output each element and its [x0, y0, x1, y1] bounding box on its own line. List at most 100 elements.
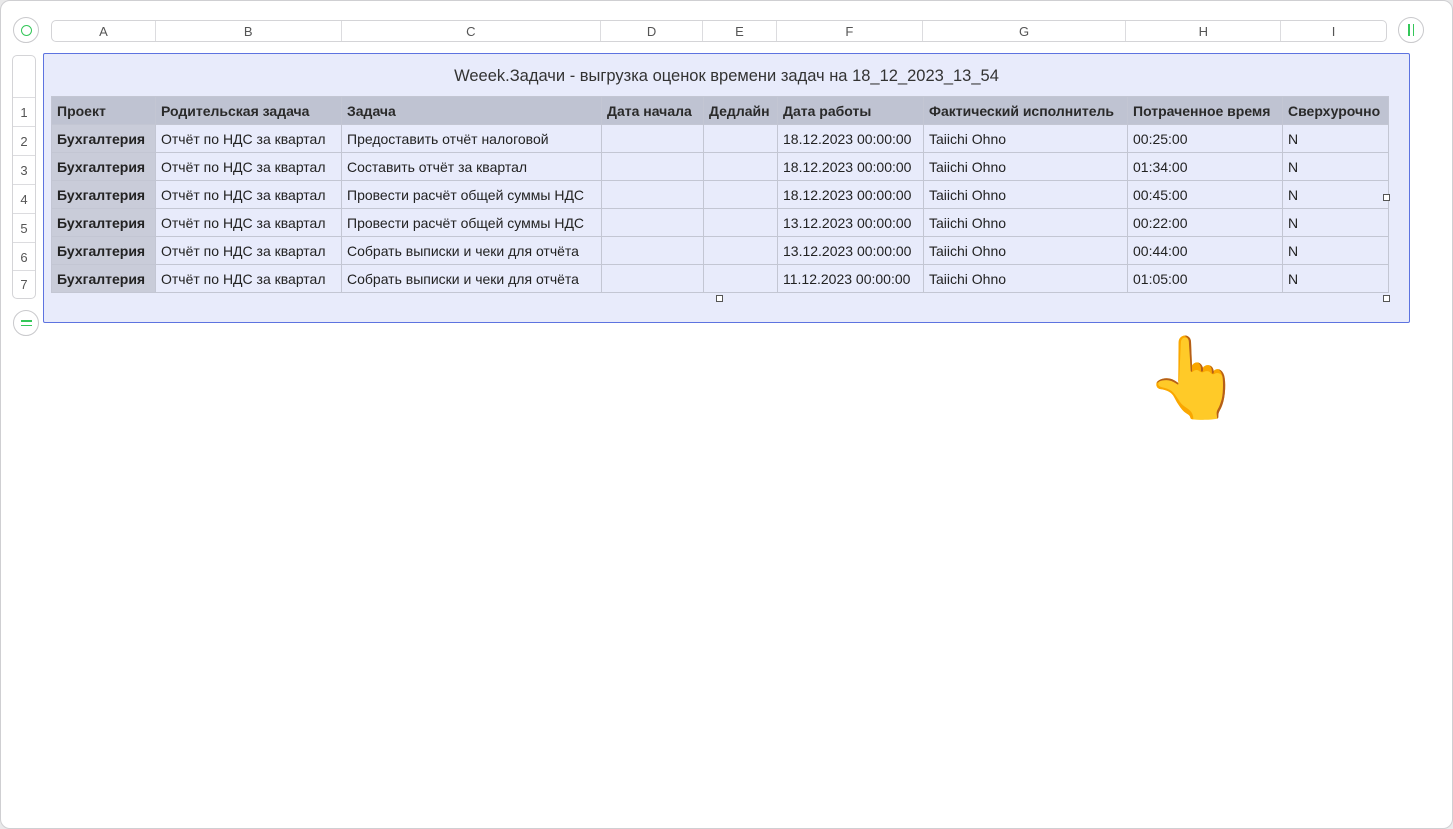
cell-work-date[interactable]: 18.12.2023 00:00:00: [777, 152, 924, 181]
cell-start-date[interactable]: [601, 152, 704, 181]
cell-work-date[interactable]: 18.12.2023 00:00:00: [777, 180, 924, 209]
row-header-2[interactable]: 2: [13, 126, 35, 155]
cell-project[interactable]: Бухгалтерия: [51, 152, 156, 181]
cell-parent-task[interactable]: Отчёт по НДС за квартал: [155, 208, 342, 237]
cell-task[interactable]: Предоставить отчёт налоговой: [341, 124, 602, 153]
header-cell-deadline[interactable]: Дедлайн: [703, 96, 778, 125]
cell-assignee[interactable]: Taiichi Ohno: [923, 124, 1128, 153]
cell-time-spent[interactable]: 01:34:00: [1127, 152, 1283, 181]
table-row: Бухгалтерия Отчёт по НДС за квартал Собр…: [51, 236, 1389, 265]
resize-handle-corner[interactable]: [1383, 295, 1390, 302]
header-cell-work-date[interactable]: Дата работы: [777, 96, 924, 125]
cell-start-date[interactable]: [601, 180, 704, 209]
cell-project[interactable]: Бухгалтерия: [51, 264, 156, 293]
cell-start-date[interactable]: [601, 208, 704, 237]
cell-assignee[interactable]: Taiichi Ohno: [923, 208, 1128, 237]
data-table: Проект Родительская задача Задача Дата н…: [51, 96, 1389, 293]
header-row: Проект Родительская задача Задача Дата н…: [51, 96, 1389, 125]
column-header-e[interactable]: E: [703, 21, 777, 41]
spreadsheet-canvas: A B C D E F G H I 1 2 3 4 5 6 7 Weeek.За…: [0, 0, 1453, 829]
table-row: Бухгалтерия Отчёт по НДС за квартал Пров…: [51, 208, 1389, 237]
cell-parent-task[interactable]: Отчёт по НДС за квартал: [155, 236, 342, 265]
row-header-7[interactable]: 7: [13, 270, 35, 298]
table-title[interactable]: Weeek.Задачи - выгрузка оценок времени з…: [44, 67, 1409, 86]
cell-parent-task[interactable]: Отчёт по НДС за квартал: [155, 264, 342, 293]
header-cell-parent-task[interactable]: Родительская задача: [155, 96, 342, 125]
header-cell-assignee[interactable]: Фактический исполнитель: [923, 96, 1128, 125]
column-header-i[interactable]: I: [1281, 21, 1386, 41]
selected-table[interactable]: Weeek.Задачи - выгрузка оценок времени з…: [43, 53, 1410, 323]
header-cell-overtime[interactable]: Сверхурочно: [1282, 96, 1389, 125]
cell-project[interactable]: Бухгалтерия: [51, 236, 156, 265]
column-header-g[interactable]: G: [923, 21, 1127, 41]
cell-deadline[interactable]: [703, 264, 778, 293]
cell-assignee[interactable]: Taiichi Ohno: [923, 264, 1128, 293]
column-header-b[interactable]: B: [156, 21, 342, 41]
cell-start-date[interactable]: [601, 124, 704, 153]
row-header-bar: 1 2 3 4 5 6 7: [12, 55, 36, 299]
cell-work-date[interactable]: 11.12.2023 00:00:00: [777, 264, 924, 293]
cell-deadline[interactable]: [703, 236, 778, 265]
cell-start-date[interactable]: [601, 264, 704, 293]
cell-assignee[interactable]: Taiichi Ohno: [923, 236, 1128, 265]
cell-task[interactable]: Собрать выписки и чеки для отчёта: [341, 264, 602, 293]
cell-deadline[interactable]: [703, 152, 778, 181]
add-column-button[interactable]: [1398, 17, 1424, 43]
table-row: Бухгалтерия Отчёт по НДС за квартал Сост…: [51, 152, 1389, 181]
cell-work-date[interactable]: 13.12.2023 00:00:00: [777, 236, 924, 265]
resize-handle-right[interactable]: [1383, 194, 1390, 201]
column-header-bar: A B C D E F G H I: [51, 20, 1387, 42]
cell-task[interactable]: Провести расчёт общей суммы НДС: [341, 208, 602, 237]
cell-overtime[interactable]: N: [1282, 180, 1389, 209]
cell-project[interactable]: Бухгалтерия: [51, 124, 156, 153]
column-header-h[interactable]: H: [1126, 21, 1282, 41]
header-cell-time-spent[interactable]: Потраченное время: [1127, 96, 1283, 125]
equals-icon: [20, 320, 32, 326]
cell-time-spent[interactable]: 00:44:00: [1127, 236, 1283, 265]
cell-task[interactable]: Составить отчёт за квартал: [341, 152, 602, 181]
column-header-c[interactable]: C: [342, 21, 602, 41]
column-header-a[interactable]: A: [52, 21, 156, 41]
cell-deadline[interactable]: [703, 124, 778, 153]
cell-start-date[interactable]: [601, 236, 704, 265]
cell-time-spent[interactable]: 00:22:00: [1127, 208, 1283, 237]
circle-icon: [20, 24, 32, 36]
row-header-3[interactable]: 3: [13, 155, 35, 184]
cell-parent-task[interactable]: Отчёт по НДС за квартал: [155, 152, 342, 181]
select-table-button[interactable]: [13, 17, 39, 43]
cell-task[interactable]: Собрать выписки и чеки для отчёта: [341, 236, 602, 265]
cell-overtime[interactable]: N: [1282, 264, 1389, 293]
table-row: Бухгалтерия Отчёт по НДС за квартал Пред…: [51, 124, 1389, 153]
cell-overtime[interactable]: N: [1282, 236, 1389, 265]
column-header-d[interactable]: D: [601, 21, 704, 41]
column-header-f[interactable]: F: [777, 21, 923, 41]
cell-parent-task[interactable]: Отчёт по НДС за квартал: [155, 124, 342, 153]
header-cell-project[interactable]: Проект: [51, 96, 156, 125]
cell-deadline[interactable]: [703, 180, 778, 209]
cell-time-spent[interactable]: 00:25:00: [1127, 124, 1283, 153]
cell-overtime[interactable]: N: [1282, 208, 1389, 237]
cell-overtime[interactable]: N: [1282, 152, 1389, 181]
add-row-button[interactable]: [13, 310, 39, 336]
pointing-hand-icon: 👆: [1144, 333, 1244, 422]
header-cell-start-date[interactable]: Дата начала: [601, 96, 704, 125]
row-header-1[interactable]: 1: [13, 97, 35, 126]
cell-parent-task[interactable]: Отчёт по НДС за квартал: [155, 180, 342, 209]
cell-assignee[interactable]: Taiichi Ohno: [923, 180, 1128, 209]
cell-work-date[interactable]: 18.12.2023 00:00:00: [777, 124, 924, 153]
cell-overtime[interactable]: N: [1282, 124, 1389, 153]
cell-deadline[interactable]: [703, 208, 778, 237]
cell-project[interactable]: Бухгалтерия: [51, 180, 156, 209]
cell-task[interactable]: Провести расчёт общей суммы НДС: [341, 180, 602, 209]
cell-work-date[interactable]: 13.12.2023 00:00:00: [777, 208, 924, 237]
cell-time-spent[interactable]: 00:45:00: [1127, 180, 1283, 209]
row-header-6[interactable]: 6: [13, 242, 35, 271]
row-header-5[interactable]: 5: [13, 213, 35, 242]
cell-project[interactable]: Бухгалтерия: [51, 208, 156, 237]
row-header-4[interactable]: 4: [13, 184, 35, 213]
header-cell-task[interactable]: Задача: [341, 96, 602, 125]
cell-time-spent[interactable]: 01:05:00: [1127, 264, 1283, 293]
cell-assignee[interactable]: Taiichi Ohno: [923, 152, 1128, 181]
table-row: Бухгалтерия Отчёт по НДС за квартал Собр…: [51, 264, 1389, 293]
resize-handle-bottom[interactable]: [716, 295, 723, 302]
